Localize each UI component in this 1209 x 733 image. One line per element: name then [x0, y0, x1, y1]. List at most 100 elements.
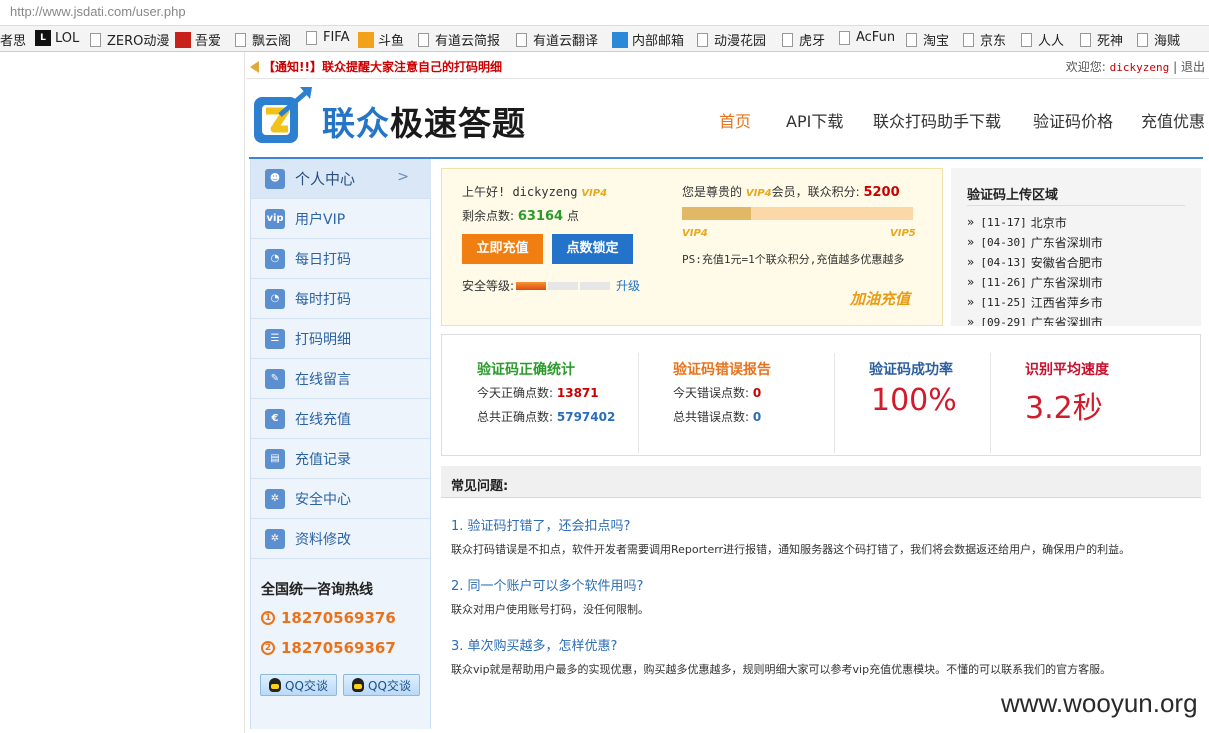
sidebar-item-label: 充值记录: [295, 451, 351, 468]
page-icon: [697, 32, 708, 47]
sidebar-item-label: 个人中心: [295, 170, 356, 188]
faq-answer: 联众vip就是帮助用户最多的实现优惠，购买越多优惠越多，规则明细大家可以参考vi…: [451, 663, 1112, 676]
faq-question[interactable]: 3. 单次购买越多，怎样优惠?: [451, 635, 617, 654]
upload-list: » [11-17] 北京市 » [04-30] 广东省深圳市 » [04-13] 安徽省合肥…: [967, 212, 1187, 326]
faq-question[interactable]: 2. 同一个账户可以多个软件用吗?: [451, 575, 643, 594]
upgrade-link[interactable]: 升级: [616, 277, 640, 294]
record-icon: ▤: [265, 448, 285, 469]
gear-icon: ✲: [265, 488, 285, 509]
page-icon: [1021, 32, 1032, 47]
bookmark-11[interactable]: 虎牙: [782, 30, 825, 49]
brand-name: 联众极速答题: [322, 97, 526, 145]
qq-chat-button[interactable]: QQ交谈: [343, 674, 420, 696]
vip-badge: VIP4: [581, 188, 608, 199]
hotline: 全国统一咨询热线: [261, 579, 373, 599]
site-header: 联众极速答题 首页 API下载 联众打码助手下载 验证码价格 充值优惠: [246, 80, 1209, 155]
bookmark-label: 内部邮箱: [632, 34, 685, 49]
rate-value: 100%: [871, 383, 957, 418]
sidebar-item-details[interactable]: ☰ 打码明细: [251, 319, 431, 359]
score-value: 5200: [863, 185, 900, 200]
item-date: [04-30]: [980, 235, 1027, 249]
sidebar-item-vip[interactable]: vip 用户VIP: [251, 199, 431, 239]
safety-level: 安全等级: 升级: [462, 277, 640, 294]
bookmark-9[interactable]: 内部邮箱: [612, 30, 684, 49]
list-item: » [11-26] 广东省深圳市: [967, 272, 1187, 292]
greeting-text: 上午好! dickyzeng: [462, 185, 578, 199]
divider: [967, 205, 1185, 206]
sidebar-item-security[interactable]: ✲ 安全中心: [251, 479, 431, 519]
safety-bar: [516, 281, 547, 290]
page-icon: [1137, 32, 1148, 47]
stat-value: 5797402: [556, 410, 616, 424]
page-icon: [306, 30, 317, 45]
bookmark-2[interactable]: ZERO动漫: [90, 30, 169, 49]
points-unit: 点: [566, 209, 579, 223]
points-value: 63164: [517, 209, 564, 224]
bookmark-17[interactable]: 海贼: [1137, 30, 1180, 49]
bookmark-12[interactable]: AcFun: [839, 30, 895, 45]
nav-price[interactable]: 验证码价格: [1033, 108, 1113, 132]
welcome: 欢迎您: dickyzeng | 退出: [1066, 58, 1205, 75]
total-error: 总共错误点数: 0: [673, 408, 761, 425]
stat-value: 0: [752, 386, 762, 400]
vip-current-label: VIP4: [682, 228, 708, 239]
logout-link[interactable]: 退出: [1181, 60, 1205, 74]
username: dickyzeng: [1109, 61, 1170, 74]
sidebar-item-profile[interactable]: ✲ 资料修改: [251, 519, 431, 559]
bookmark-13[interactable]: 淘宝: [906, 30, 949, 49]
sidebar-item-personal-center[interactable]: ☻ 个人中心 >: [251, 159, 431, 199]
notice[interactable]: 【通知!!】联众提醒大家注意自己的打码明细: [250, 58, 502, 75]
recharge-now-button[interactable]: 立即充值: [462, 234, 543, 264]
sidebar-item-label: 每时打码: [295, 291, 351, 308]
cheer-text: 加油充值: [850, 290, 911, 308]
bookmark-label: 海贼: [1154, 34, 1181, 49]
sidebar-item-label: 打码明细: [295, 331, 351, 348]
page-icon: [418, 32, 429, 47]
bookmark-7[interactable]: 有道云简报: [418, 30, 500, 49]
bookmark-14[interactable]: 京东: [963, 30, 1006, 49]
bookmark-label: 京东: [980, 34, 1007, 49]
nav-home[interactable]: 首页: [719, 108, 751, 132]
bookmark-6[interactable]: 斗鱼: [358, 30, 404, 49]
watermark: www.wooyun.org: [1001, 688, 1198, 718]
faq-answer: 联众打码错误是不扣点，软件开发者需要调用Reporterr进行报错，通知服务器这…: [451, 543, 1131, 556]
bookmark-0[interactable]: 者思: [0, 30, 26, 49]
bookmark-5[interactable]: FIFA: [306, 30, 350, 45]
bookmark-label: AcFun: [856, 30, 896, 45]
faq-question[interactable]: 1. 验证码打错了，还会扣点吗?: [451, 515, 630, 534]
item-place: 江西省萍乡市: [1030, 295, 1103, 310]
bookmark-1[interactable]: L LOL: [35, 30, 79, 46]
nav-helper-download[interactable]: 联众打码助手下载: [873, 108, 1001, 132]
nav-recharge-offer[interactable]: 充值优惠: [1141, 108, 1205, 132]
bookmark-16[interactable]: 死神: [1080, 30, 1123, 49]
lock-points-button[interactable]: 点数锁定: [552, 234, 633, 264]
sidebar: ☻ 个人中心 > vip 用户VIP ◔ 每日打码 ◔ 每时打码 ☰ 打码明细 ✎ 在线留言 …: [250, 159, 431, 729]
bookmark-8[interactable]: 有道云翻译: [516, 30, 598, 49]
bookmark-15[interactable]: 人人: [1021, 30, 1064, 49]
correct-stats: 验证码正确统计 今天正确点数: 13871 总共正确点数: 5797402: [477, 335, 637, 457]
bookmarks-bar: 者思 L LOL ZERO动漫 吾爱 飘云阁 FIFA 斗鱼 有道云简报 有道云翻…: [0, 26, 1209, 52]
hotline-title: 全国统一咨询热线: [261, 582, 373, 598]
lol-icon: L: [35, 30, 51, 46]
chevron-right-icon: »: [967, 295, 975, 309]
edit-icon: ✎: [265, 368, 285, 389]
sidebar-item-recharge-record[interactable]: ▤ 充值记录: [251, 439, 431, 479]
qq-chat-button[interactable]: QQ交谈: [260, 674, 337, 696]
item-date: [11-26]: [980, 275, 1027, 289]
address-bar[interactable]: http://www.jsdati.com/user.php: [0, 0, 1209, 26]
logo-icon[interactable]: [252, 85, 314, 147]
sidebar-item-hourly[interactable]: ◔ 每时打码: [251, 279, 431, 319]
sidebar-item-recharge[interactable]: € 在线充值: [251, 399, 431, 439]
bookmark-3[interactable]: 吾爱: [175, 30, 221, 49]
bookmark-label: 动漫花园: [714, 34, 767, 49]
sidebar-item-message[interactable]: ✎ 在线留言: [251, 359, 431, 399]
vip-icon: vip: [265, 208, 285, 229]
safety-label: 安全等级:: [462, 279, 515, 293]
sidebar-item-daily[interactable]: ◔ 每日打码: [251, 239, 431, 279]
item-place: 广东省深圳市: [1030, 235, 1103, 250]
bookmark-10[interactable]: 动漫花园: [697, 30, 766, 49]
qq-icon: [269, 678, 282, 692]
bookmark-4[interactable]: 飘云阁: [235, 30, 291, 49]
nav-api-download[interactable]: API下载: [786, 108, 843, 132]
page-icon: [1080, 32, 1091, 47]
